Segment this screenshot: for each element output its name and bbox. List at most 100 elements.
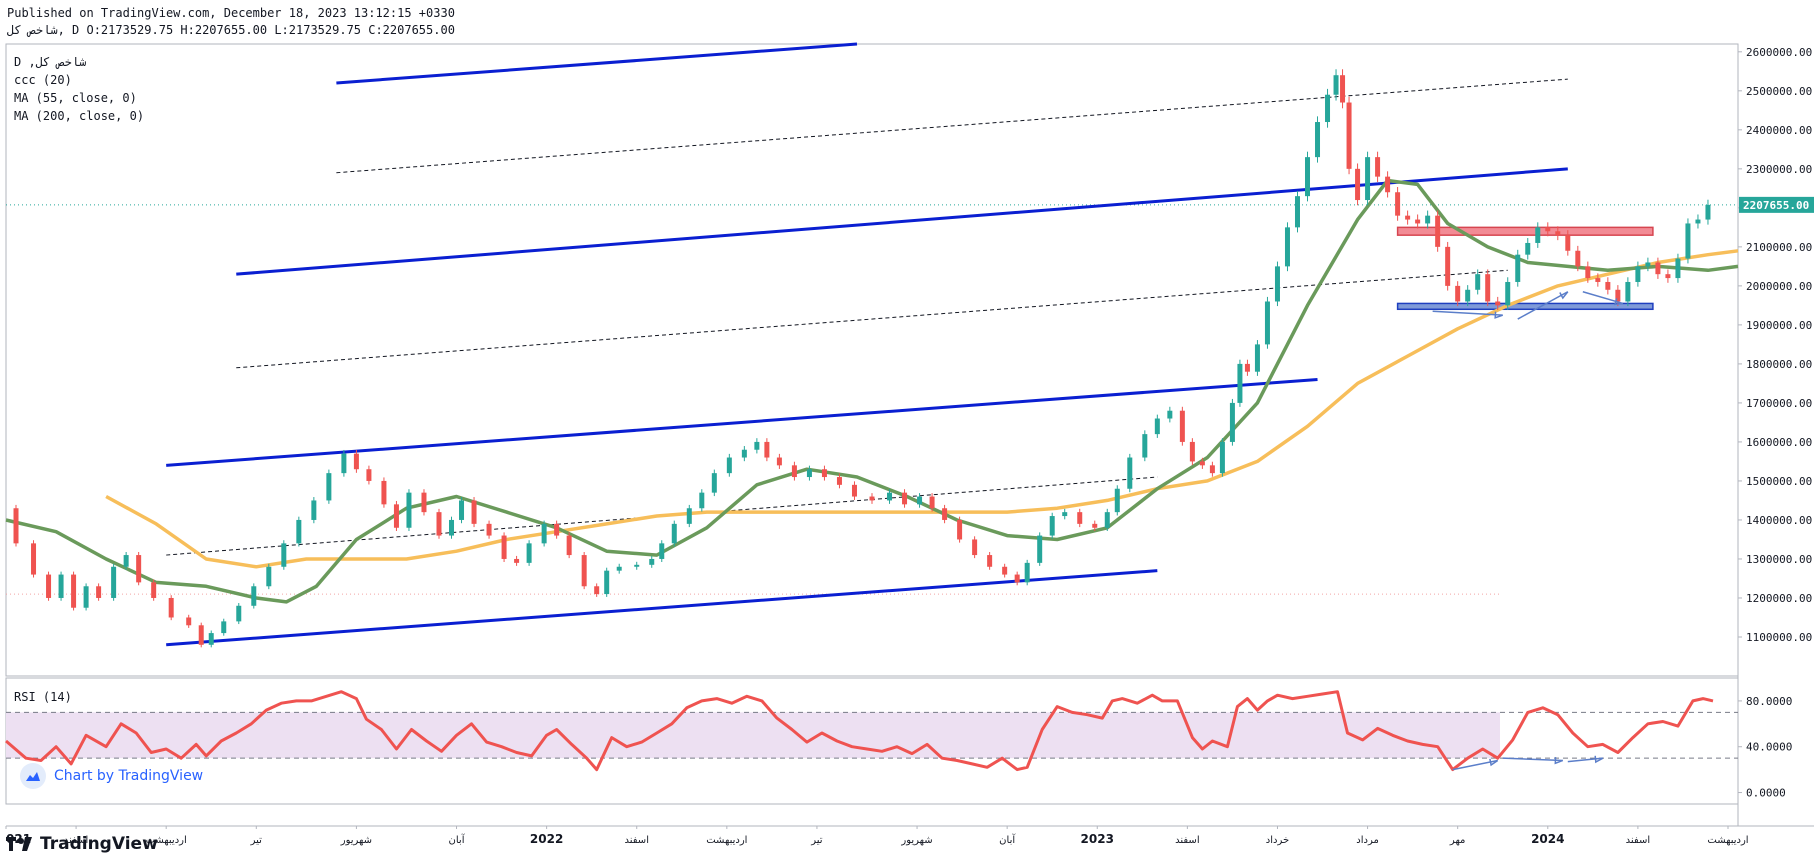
candle-body (1465, 289, 1471, 302)
candle-body (869, 496, 875, 501)
time-tick-label: مرداد (1356, 835, 1379, 846)
tradingview-logo-icon (6, 837, 32, 851)
candle-body (1475, 274, 1481, 290)
time-tick-label: تیر (250, 835, 263, 846)
time-tick-label: 2022 (530, 832, 563, 846)
candle-body (1535, 227, 1541, 243)
time-tick-label: 2024 (1531, 832, 1564, 846)
candle-body (711, 473, 717, 493)
price-tick-label: 1800000.00 (1746, 358, 1812, 371)
legend-indicator-ccc[interactable]: ccc (20) (14, 73, 72, 87)
candle-body (791, 465, 797, 478)
channel-midline (236, 269, 1508, 369)
candle-body (1655, 262, 1661, 275)
candle-body (836, 477, 842, 485)
candle-body (1284, 227, 1290, 267)
candle-body (594, 586, 600, 595)
candle-body (1237, 363, 1243, 403)
rsi-annotation-arrow (1502, 757, 1563, 762)
candle-body (1545, 227, 1551, 232)
tradingview-brand[interactable]: TradingView (6, 834, 158, 854)
time-tick-label: خرداد (1266, 835, 1289, 846)
price-tick-label: 1100000.00 (1746, 631, 1812, 644)
time-tick-label: تیر (810, 835, 823, 846)
time-tick-label: آبان (449, 833, 466, 846)
candle-body (1405, 215, 1411, 220)
candle-body (393, 504, 399, 528)
candle-body (1425, 215, 1431, 224)
candle-body (929, 496, 935, 509)
candle-body (806, 469, 812, 478)
price-tick-label: 2600000.00 (1746, 46, 1812, 59)
price-tick-label: 2300000.00 (1746, 163, 1812, 176)
candle-body (726, 457, 732, 474)
brand-label: TradingView (40, 834, 158, 854)
time-tick-label: اردیبهشت (706, 835, 747, 846)
candle-body (251, 586, 257, 606)
candle-body (1014, 574, 1020, 583)
candle-body (1485, 274, 1491, 302)
candle-body (764, 441, 770, 458)
candle-body (1645, 262, 1651, 267)
price-tick-label: 1300000.00 (1746, 553, 1812, 566)
candle-body (421, 492, 427, 513)
candle-body (311, 500, 317, 520)
candle-body (58, 574, 64, 598)
candle-body (151, 582, 157, 598)
candle-body (198, 625, 204, 645)
chart-by-tradingview-watermark[interactable]: Chart by TradingView (20, 763, 203, 789)
candle-body (1365, 157, 1371, 201)
last-price-label: 2207655.00 (1743, 199, 1809, 212)
rsi-tick-label: 40.0000 (1746, 741, 1792, 754)
price-tick-label: 1200000.00 (1746, 592, 1812, 605)
candle-body (1635, 266, 1641, 282)
legend-symbol[interactable]: D ,شاخص کل (14, 55, 86, 69)
candle-body (168, 597, 174, 618)
candle-body (1062, 512, 1068, 517)
candle-body (366, 469, 372, 481)
candle-body (341, 453, 347, 474)
candle-body (902, 492, 908, 505)
candle-body (1585, 266, 1591, 279)
candle-body (1104, 512, 1110, 528)
time-tick-label: اردیبهشت (1707, 835, 1748, 846)
candle-body (1375, 157, 1381, 177)
candle-body (887, 492, 893, 501)
candle-body (13, 508, 19, 544)
candle-body (71, 574, 77, 608)
candle-body (1385, 176, 1391, 193)
rsi-tick-label: 80.0000 (1746, 695, 1792, 708)
candle-body (1229, 402, 1235, 442)
price-pane-frame (5, 43, 1739, 677)
price-chart[interactable]: 1100000.00 1200000.00 1300000.00 1400000.00… (0, 0, 1814, 863)
price-tick-label: 1600000.00 (1746, 436, 1812, 449)
legend-ma200[interactable]: MA (200, close, 0) (14, 109, 144, 123)
candle-body (1495, 301, 1501, 306)
candle-body (1114, 488, 1120, 513)
candle-body (566, 535, 572, 556)
price-tick-label: 1400000.00 (1746, 514, 1812, 527)
price-tick-label: 2000000.00 (1746, 280, 1812, 293)
candle-body (616, 566, 622, 571)
candle-body (1355, 168, 1361, 201)
ma55-line (5, 178, 1739, 604)
legend-rsi[interactable]: RSI (14) (14, 690, 72, 704)
candle-body (1049, 516, 1055, 536)
candle-body (1199, 461, 1205, 466)
tradingview-cloud-icon (20, 763, 46, 789)
candle-body (699, 492, 705, 509)
candle-body (1685, 223, 1691, 259)
candle-body (123, 555, 129, 567)
candle-body (514, 558, 520, 563)
candle-body (1315, 122, 1321, 158)
candle-body (671, 523, 677, 544)
candle-body (987, 555, 993, 567)
candle-body (541, 523, 547, 544)
legend-ma55[interactable]: MA (55, close, 0) (14, 91, 137, 105)
watermark-label: Chart by TradingView (54, 768, 204, 784)
candle-body (1445, 246, 1451, 286)
candle-body (1705, 204, 1711, 220)
annotation-arrowhead (1559, 291, 1569, 300)
candle-body (281, 543, 287, 567)
candle-body (1092, 523, 1098, 528)
